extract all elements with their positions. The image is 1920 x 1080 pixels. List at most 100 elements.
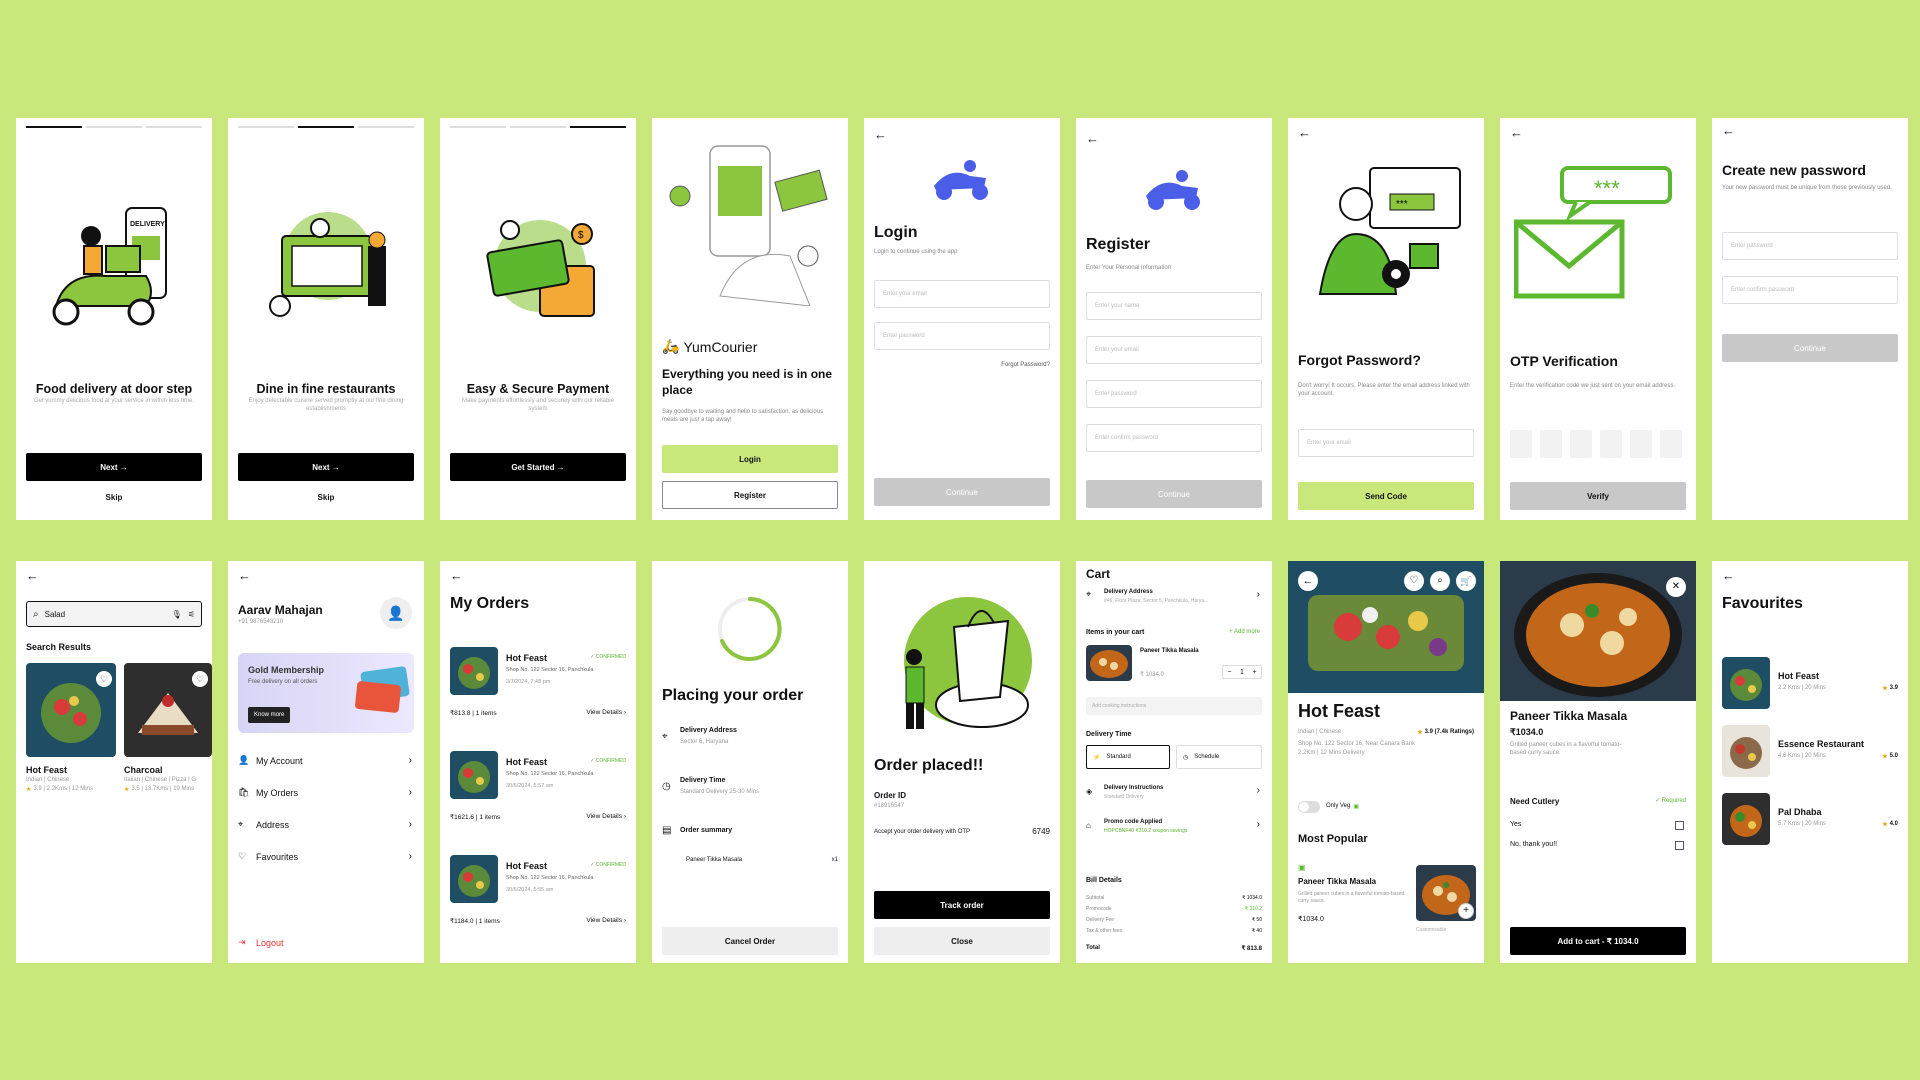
dish-description: Grilled paneer cubes in a flavorful toma… xyxy=(1298,891,1405,904)
otp-digit-input[interactable] xyxy=(1510,430,1532,458)
add-dish-button[interactable]: + xyxy=(1458,903,1474,919)
order-address: Shop No. 122 Sector 16, Panchkula xyxy=(506,875,594,881)
logout-button[interactable]: ⇥ Logout xyxy=(238,937,414,948)
email-input[interactable]: Enter your email xyxy=(874,280,1050,308)
restaurant-name[interactable]: Charcoal xyxy=(124,765,163,775)
view-details-link[interactable]: View Details › xyxy=(586,709,626,716)
verify-button[interactable]: Verify xyxy=(1510,482,1686,510)
favourite-image[interactable] xyxy=(1722,793,1770,845)
password-input[interactable]: Enter password xyxy=(1086,380,1262,408)
quantity-stepper[interactable]: − 1 + xyxy=(1222,665,1262,679)
back-arrow-icon[interactable]: ← xyxy=(26,569,39,582)
filter-icon[interactable]: ⚟ xyxy=(188,610,195,619)
confirm-password-input[interactable]: Enter confirm password xyxy=(1722,276,1898,304)
plus-icon[interactable]: + xyxy=(1253,669,1257,676)
heart-icon[interactable]: ♡ xyxy=(192,671,208,687)
password-input[interactable]: Enter password xyxy=(874,322,1050,350)
skip-button[interactable]: Skip xyxy=(16,493,212,502)
otp-digit-input[interactable] xyxy=(1660,430,1682,458)
otp-digit-input[interactable] xyxy=(1570,430,1592,458)
schedule-delivery-option[interactable]: ◷ Schedule xyxy=(1176,745,1262,769)
next-button[interactable]: Next → xyxy=(26,453,202,481)
favourite-name[interactable]: Pal Dhaba xyxy=(1778,807,1822,817)
standard-delivery-option[interactable]: ⚡ Standard xyxy=(1086,745,1170,769)
cancel-order-button[interactable]: Cancel Order xyxy=(662,927,838,955)
mic-icon[interactable]: 🎙 xyxy=(172,610,182,619)
back-arrow-icon[interactable]: ← xyxy=(874,128,887,141)
menu-label: Favourites xyxy=(256,851,299,862)
menu-favourites[interactable]: ♡ Favourites xyxy=(238,851,414,862)
heart-icon[interactable]: ♡ xyxy=(96,671,112,687)
favourite-name[interactable]: Essence Restaurant xyxy=(1778,739,1864,749)
favourite-meta: 2.2 Kms | 20 Mins xyxy=(1778,685,1826,691)
register-subtitle: Enter Your Personal Information xyxy=(1086,265,1172,271)
cutlery-no-checkbox[interactable] xyxy=(1675,841,1684,850)
chevron-right-icon: › xyxy=(408,819,412,830)
back-arrow-icon[interactable]: ← xyxy=(1722,124,1735,137)
otp-digit-input[interactable] xyxy=(1630,430,1652,458)
back-arrow-icon[interactable]: ← xyxy=(1086,132,1099,145)
back-arrow-icon[interactable]: ← xyxy=(1298,126,1311,139)
continue-button[interactable]: Continue xyxy=(1722,334,1898,362)
view-details-link[interactable]: View Details › xyxy=(586,813,626,820)
get-started-button[interactable]: Get Started → xyxy=(450,453,626,481)
next-button[interactable]: Next → xyxy=(238,453,414,481)
star-icon: ★ xyxy=(1882,754,1888,760)
order-restaurant-name: Hot Feast xyxy=(506,653,548,663)
back-arrow-icon[interactable]: ← xyxy=(1298,571,1318,591)
chevron-right-icon[interactable]: › xyxy=(1257,819,1260,830)
confirm-password-input[interactable]: Enter confirm password xyxy=(1086,424,1262,452)
cooking-instructions-input[interactable]: Add cooking instructions xyxy=(1086,697,1262,715)
menu-my-account[interactable]: 👤 My Account xyxy=(238,755,414,766)
restaurant-name[interactable]: Hot Feast xyxy=(26,765,67,775)
otp-digit-input[interactable] xyxy=(1540,430,1562,458)
register-button[interactable]: Register xyxy=(662,481,838,509)
track-order-button[interactable]: Track order xyxy=(874,891,1050,919)
favourite-image[interactable] xyxy=(1722,725,1770,777)
cart-icon[interactable]: 🛒 xyxy=(1456,571,1476,591)
know-more-button[interactable]: Know more xyxy=(248,707,291,723)
menu-my-orders[interactable]: 🛍 My Orders xyxy=(238,787,414,798)
view-details-link[interactable]: View Details › xyxy=(586,917,626,924)
chevron-right-icon[interactable]: › xyxy=(1257,589,1260,600)
continue-button[interactable]: Continue xyxy=(1086,480,1262,508)
forgot-password-link[interactable]: Forgot Password? xyxy=(1001,362,1050,368)
back-arrow-icon[interactable]: ← xyxy=(1510,126,1523,139)
total-label: Total xyxy=(1086,945,1100,951)
search-input[interactable]: Salad xyxy=(45,610,166,619)
new-password-input[interactable]: Enter password xyxy=(1722,232,1898,260)
favourite-name[interactable]: Hot Feast xyxy=(1778,671,1819,681)
back-arrow-icon[interactable]: ← xyxy=(238,569,251,582)
skip-button[interactable]: Skip xyxy=(228,493,424,502)
status-text: CONFIRMED xyxy=(595,654,626,660)
required-badge: ✓ Required xyxy=(1654,798,1686,804)
cutlery-yes-checkbox[interactable] xyxy=(1675,821,1684,830)
chevron-right-icon[interactable]: › xyxy=(1257,785,1260,796)
continue-button[interactable]: Continue xyxy=(874,478,1050,506)
email-input[interactable]: Enter your email xyxy=(1298,429,1474,457)
favourite-image[interactable] xyxy=(1722,657,1770,709)
logout-icon: ⇥ xyxy=(238,937,246,947)
search-icon[interactable]: ⌕ xyxy=(1430,571,1450,591)
minus-icon[interactable]: − xyxy=(1227,669,1231,676)
login-button[interactable]: Login xyxy=(662,445,838,473)
add-to-cart-button[interactable]: Add to cart - ₹ 1034.0 xyxy=(1510,927,1686,955)
back-arrow-icon[interactable]: ← xyxy=(1722,569,1735,582)
send-code-button[interactable]: Send Code xyxy=(1298,482,1474,510)
avatar[interactable]: 👤 xyxy=(380,597,412,629)
login-subtitle: Login to continue using the app xyxy=(874,249,958,255)
menu-label: My Account xyxy=(256,755,303,766)
back-arrow-icon[interactable]: ← xyxy=(450,569,463,582)
add-more-button[interactable]: + Add more xyxy=(1229,629,1260,635)
name-input[interactable]: Enter your name xyxy=(1086,292,1262,320)
close-button[interactable]: Close xyxy=(874,927,1050,955)
search-bar[interactable]: ⌕ Salad 🎙 ⚟ xyxy=(26,601,202,627)
membership-card[interactable]: Gold Membership Free delivery on all ord… xyxy=(238,653,414,733)
email-input[interactable]: Enter your email xyxy=(1086,336,1262,364)
most-popular-heading: Most Popular xyxy=(1298,833,1368,845)
veg-toggle[interactable] xyxy=(1298,801,1320,813)
heart-icon[interactable]: ♡ xyxy=(1404,571,1424,591)
otp-digit-input[interactable] xyxy=(1600,430,1622,458)
menu-address[interactable]: ⌖ Address xyxy=(238,819,414,830)
close-icon[interactable]: ✕ xyxy=(1666,577,1686,597)
